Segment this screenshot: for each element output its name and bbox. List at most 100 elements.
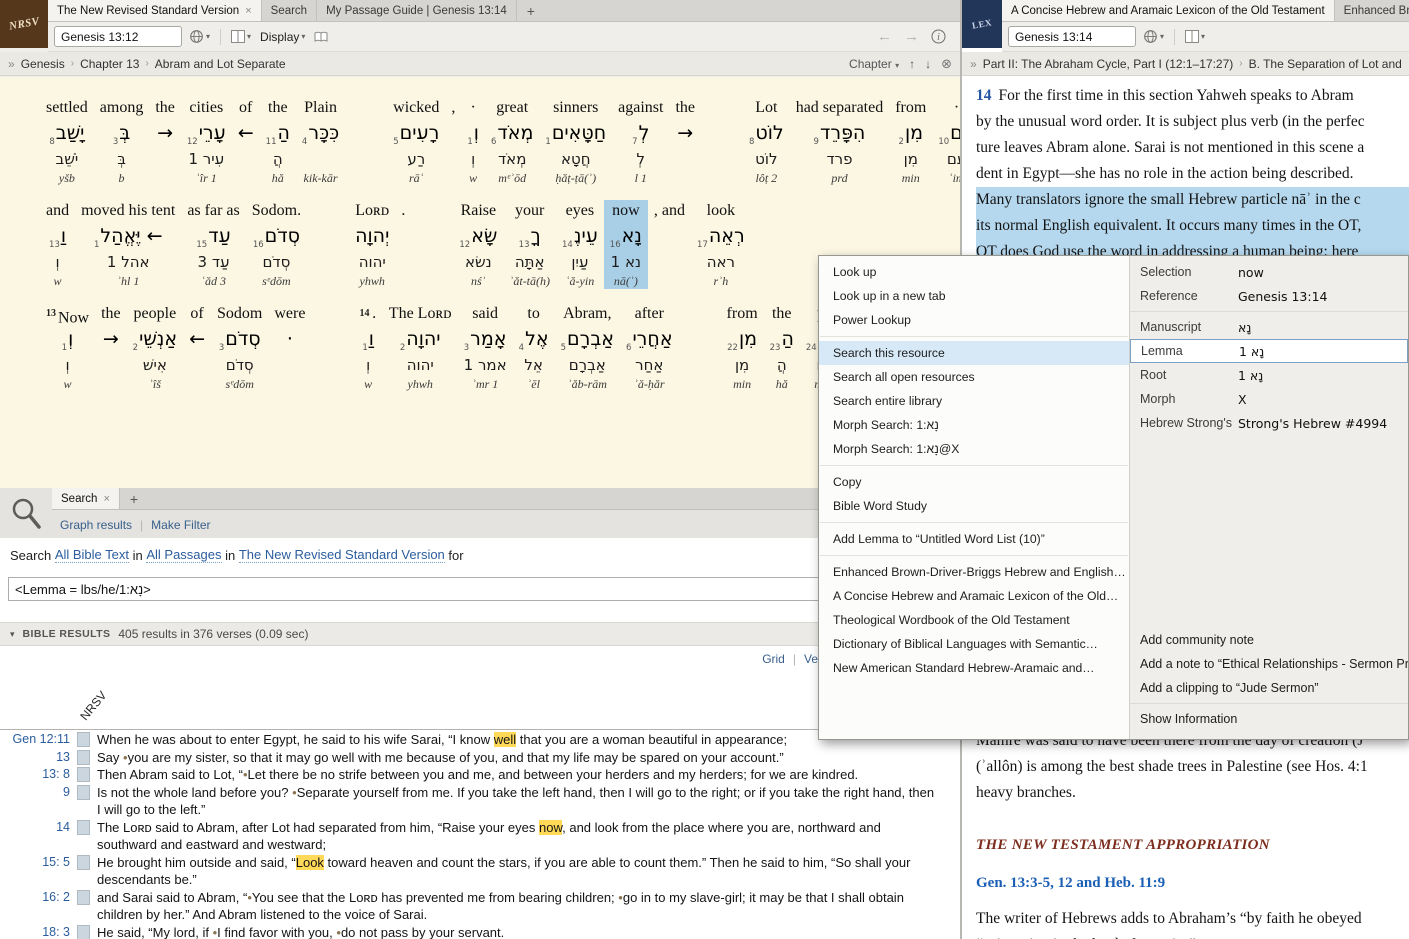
nav-unit-selector[interactable]: Chapter ▾ xyxy=(849,57,899,71)
interlinear-word[interactable]: to 4אֶל אֵל ʾēl xyxy=(513,303,555,392)
interlinear-word[interactable]: among 3בְּ בְּ b xyxy=(94,97,150,186)
result-reference[interactable]: 13 xyxy=(0,749,70,767)
interlinear-word[interactable]: Plain 4כִּכָּר kik-kār xyxy=(296,97,345,186)
interlinear-word[interactable]: said 3אָמַר אמר 1 ʾmr 1 xyxy=(458,303,513,392)
interlinear-word[interactable]: · 10עִם עִם ʿim xyxy=(932,97,960,186)
tab-enhanced-brown-driver[interactable]: Enhanced Brown-Driver- xyxy=(1335,0,1409,21)
grid-view-link[interactable]: Grid xyxy=(762,652,785,666)
interlinear-word[interactable]: from 22מִן מִן min xyxy=(721,303,764,392)
interlinear-word[interactable]: 14 · 1וַ וְ w xyxy=(353,303,382,392)
layout-columns-button[interactable]: ▾ xyxy=(229,28,253,45)
breadcrumb-section[interactable]: B. The Separation of Lot and xyxy=(1249,57,1402,71)
menu-item-theological-wordbook-of-the-old-testament[interactable]: Theological Wordbook of the Old Testamen… xyxy=(819,608,1129,632)
menu-item-add-lemma-to-untitled-word-list-10[interactable]: Add Lemma to “Untitled Word List (10)” xyxy=(819,527,1129,551)
interlinear-word[interactable]: Raise 12שָׂא נשׂא nśʾ xyxy=(453,200,503,289)
breadcrumb-book[interactable]: Genesis xyxy=(21,57,65,71)
tab-my-passage-guide-genesis-13-14[interactable]: My Passage Guide | Genesis 13:14 xyxy=(317,0,517,21)
tab-search[interactable]: Search xyxy=(262,0,318,21)
passage-heading[interactable]: Gen. 13:3-5, 12 and Heb. 11:9 xyxy=(976,870,1409,896)
book-button[interactable] xyxy=(312,29,330,45)
scope-link-all-passages[interactable]: All Passages xyxy=(146,547,222,563)
menu-item-power-lookup[interactable]: Power Lookup xyxy=(819,308,1129,332)
info-icon[interactable]: i xyxy=(931,29,946,44)
verse-indicator[interactable] xyxy=(77,784,90,800)
interlinear-word[interactable]: against 7לְ לְ l 1 xyxy=(612,97,669,186)
lexicon-resource-logo[interactable]: LEX xyxy=(962,0,1002,48)
interlinear-word[interactable]: the 11הַ הֲ hă xyxy=(260,97,296,186)
menu-item-morph-search-1[interactable]: Morph Search: 1:נָא xyxy=(819,413,1129,437)
reference-input[interactable] xyxy=(1008,26,1136,47)
interlinear-word[interactable]: , and xyxy=(648,200,691,289)
menu-item-copy[interactable]: Copy xyxy=(819,470,1129,494)
result-reference[interactable]: Gen 12:11 xyxy=(0,731,70,749)
search-result-row[interactable]: 14 The Lᴏʀᴅ said to Abram, after Lot had … xyxy=(0,819,960,854)
scope-link-the-new-revised-standard-version[interactable]: The New Revised Standard Version xyxy=(238,547,445,563)
interlinear-word[interactable]: the → xyxy=(669,97,701,186)
next-chapter-button[interactable]: ↓ xyxy=(925,57,931,71)
new-tab-button[interactable]: + xyxy=(120,488,148,509)
interlinear-word[interactable]: Lᴏʀᴅ יְהוָה יהוה yhwh xyxy=(349,200,395,289)
search-result-row[interactable]: 13: 8 Then Abram said to Lot, “•Let there… xyxy=(0,766,960,784)
close-icon[interactable]: × xyxy=(103,493,109,505)
interlinear-word[interactable]: after 6אַחֲרֵי אַחַר ʾă-ḥăr xyxy=(620,303,679,392)
interlinear-word[interactable]: of ← xyxy=(232,97,260,186)
menu-item-search-entire-library[interactable]: Search entire library xyxy=(819,389,1129,413)
interlinear-word[interactable]: cities 12עָרֵי עִיר 1 ʿîr 1 xyxy=(181,97,232,186)
scope-link-all-bible-text[interactable]: All Bible Text xyxy=(54,547,129,563)
display-menu-button[interactable]: Display ▾ xyxy=(258,28,307,46)
show-information[interactable]: Show Information xyxy=(1130,707,1408,731)
interlinear-word[interactable]: great 6מְאֹד מְאֹד mᵉʾōd xyxy=(485,97,539,186)
result-reference[interactable]: 18: 3 xyxy=(0,924,70,939)
info-action-add-a-note-to-ethical-relationships-sermon-pr[interactable]: Add a note to “Ethical Relationships - S… xyxy=(1130,652,1408,676)
interlinear-word[interactable]: wicked 5רָעִים רַע rāʿ xyxy=(387,97,445,186)
menu-item-search-all-open-resources[interactable]: Search all open resources xyxy=(819,365,1129,389)
menu-item-a-concise-hebrew-and-aramaic-lexicon-of-the-old[interactable]: A Concise Hebrew and Aramaic Lexicon of … xyxy=(819,584,1129,608)
result-reference[interactable]: 9 xyxy=(0,784,70,802)
forward-icon[interactable]: → xyxy=(904,28,919,45)
interlinear-word[interactable]: of ← xyxy=(183,303,211,392)
menu-item-enhanced-brown-driver-briggs-hebrew-and-english[interactable]: Enhanced Brown-Driver-Briggs Hebrew and … xyxy=(819,560,1129,584)
interlinear-word[interactable]: 13 Now 1וְ וְ w xyxy=(40,303,95,392)
result-reference[interactable]: 14 xyxy=(0,819,70,837)
result-reference[interactable]: 16: 2 xyxy=(0,889,70,907)
interlinear-word[interactable]: · 1וְ וְ w xyxy=(461,97,485,186)
menu-item-search-this-resource[interactable]: Search this resource xyxy=(819,341,1129,365)
layout-columns-button[interactable]: ▾ xyxy=(1183,28,1207,45)
interlinear-word[interactable]: the 23הַ הֲ hă xyxy=(764,303,800,392)
close-icon[interactable]: × xyxy=(245,5,251,17)
result-reference[interactable]: 15: 5 xyxy=(0,854,70,872)
interlinear-word[interactable]: Sodom 3סְדֹם סְדֹם sᵉdōm xyxy=(211,303,268,392)
menu-item-look-up[interactable]: Look up xyxy=(819,260,1129,284)
verse-indicator[interactable] xyxy=(77,854,90,870)
collapse-chevrons-icon[interactable]: » xyxy=(970,57,977,71)
collapse-chevrons-icon[interactable]: » xyxy=(8,57,15,71)
info-action-add-a-clipping-to-jude-sermon[interactable]: Add a clipping to “Jude Sermon” xyxy=(1130,676,1408,700)
graph-results-link[interactable]: Graph results xyxy=(60,518,132,532)
verse-indicator[interactable] xyxy=(77,819,90,835)
interlinear-word[interactable]: as far as 15עַד עַד 3 ʿăd 3 xyxy=(181,200,245,289)
menu-item-look-up-in-a-new-tab[interactable]: Look up in a new tab xyxy=(819,284,1129,308)
interlinear-word[interactable]: , xyxy=(445,97,461,186)
breadcrumb-pericope[interactable]: Abram and Lot Separate xyxy=(155,57,286,71)
interlinear-word[interactable]: . xyxy=(395,200,411,289)
result-reference[interactable]: 13: 8 xyxy=(0,766,70,784)
verse-indicator[interactable] xyxy=(77,749,90,765)
breadcrumb-part[interactable]: Part II: The Abraham Cycle, Part I (12:1… xyxy=(983,57,1234,71)
tab-search[interactable]: Search × xyxy=(52,488,120,509)
search-query-input[interactable] xyxy=(8,577,952,601)
interlinear-word-selected[interactable]: now 16נָא נא 1 nā(ʾ) xyxy=(603,200,648,289)
back-icon[interactable]: ← xyxy=(877,28,892,45)
tab-the-new-revised-standard-version[interactable]: The New Revised Standard Version × xyxy=(48,0,262,21)
interlinear-word[interactable]: moved his tent 1יֶּאֱהַל ← אהל 1 ʾhl 1 xyxy=(75,200,181,289)
menu-item-dictionary-of-biblical-languages-with-semantic[interactable]: Dictionary of Biblical Languages with Se… xyxy=(819,632,1129,656)
close-circle-icon[interactable]: ⊗ xyxy=(941,56,952,72)
search-result-row[interactable]: Gen 12:11 When he was about to enter Egyp… xyxy=(0,731,960,749)
interlinear-word[interactable]: eyes 14עֵינֶ עַיִן ʿă-yin xyxy=(556,200,604,289)
tab-a-concise-hebrew-and-aramaic-lexicon-of-the-old-testament[interactable]: A Concise Hebrew and Aramaic Lexicon of … xyxy=(1002,0,1335,21)
new-tab-button[interactable]: + xyxy=(517,0,545,21)
interlinear-word[interactable]: and 13וַ וְ w xyxy=(40,200,75,289)
breadcrumb-chapter[interactable]: Chapter 13 xyxy=(80,57,139,71)
interlinear-word[interactable]: Lot 8לוֹט לוֹט lôṭ 2 xyxy=(743,97,790,186)
interlinear-word[interactable]: The Lᴏʀᴅ 2יהוָה יהוה yhwh xyxy=(383,303,458,392)
make-filter-link[interactable]: Make Filter xyxy=(151,518,210,532)
